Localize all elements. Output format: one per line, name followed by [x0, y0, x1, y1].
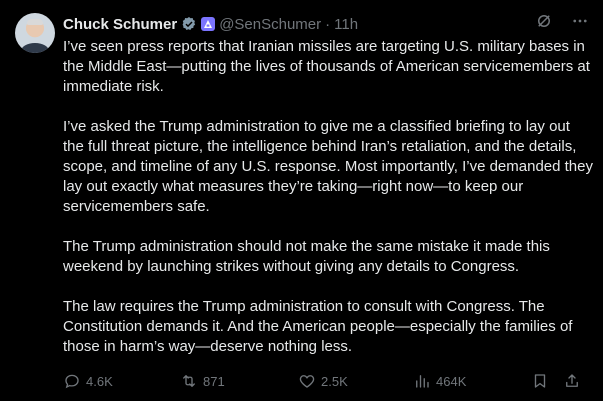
- views-icon: [416, 375, 429, 388]
- action-bar: 4.6K 871 2.5K 464K: [63, 371, 591, 391]
- tweet-paragraph: I’ve seen press reports that Iranian mis…: [63, 38, 590, 95]
- tweet-paragraph: I’ve asked the Trump administration to g…: [63, 118, 593, 215]
- tweet-paragraph: The law requires the Trump administratio…: [63, 298, 573, 355]
- author-name[interactable]: Chuck Schumer: [63, 16, 177, 33]
- view-count: 464K: [436, 373, 467, 389]
- gray-verified-check-icon[interactable]: [181, 16, 197, 32]
- grok-icon[interactable]: [535, 12, 553, 35]
- bookmark-icon: [534, 374, 546, 388]
- repost-button[interactable]: 871: [180, 372, 298, 390]
- timestamp[interactable]: 11h: [334, 16, 358, 33]
- tweet-header: Chuck Schumer @SenSchumer · 11h: [63, 14, 358, 34]
- separator-dot: ·: [325, 15, 331, 33]
- like-count: 2.5K: [321, 373, 348, 389]
- heart-icon: [299, 375, 315, 388]
- tweet-body: I’ve seen press reports that Iranian mis…: [63, 37, 593, 377]
- author-handle[interactable]: @SenSchumer: [219, 16, 321, 33]
- avatar[interactable]: [15, 13, 55, 53]
- reply-icon: [65, 374, 79, 389]
- us-senate-affiliation-icon[interactable]: [201, 17, 216, 31]
- repost-count: 871: [203, 373, 225, 389]
- tweet-paragraph: The Trump administration should not make…: [63, 238, 550, 275]
- like-button[interactable]: 2.5K: [298, 372, 413, 390]
- views-button[interactable]: 464K: [413, 372, 531, 390]
- bookmark-button[interactable]: [531, 372, 563, 390]
- more-icon[interactable]: [571, 12, 589, 35]
- share-icon: [566, 374, 578, 387]
- avatar-hair: [27, 19, 43, 25]
- share-button[interactable]: [563, 372, 581, 390]
- top-actions: [535, 12, 589, 35]
- repost-icon: [183, 375, 195, 387]
- avatar-shirt: [21, 43, 49, 53]
- reply-count: 4.6K: [86, 373, 113, 389]
- reply-button[interactable]: 4.6K: [63, 372, 180, 390]
